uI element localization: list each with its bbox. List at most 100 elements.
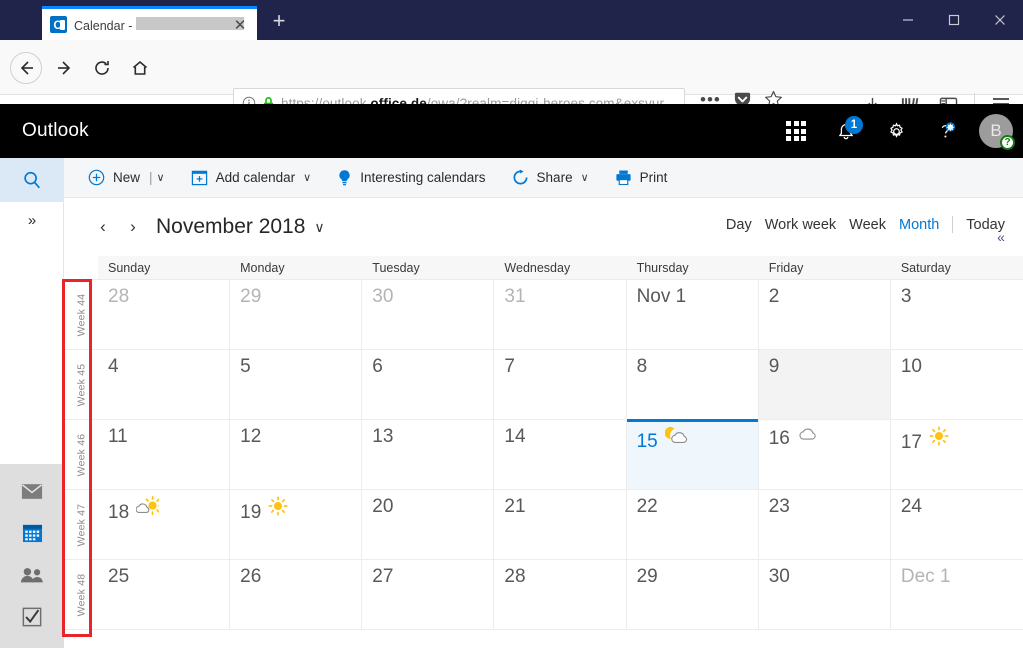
notification-count-badge: 1 (845, 116, 863, 134)
calendar-week-row: 456 78910 (98, 350, 1023, 420)
calendar-day-cell[interactable]: 7 (494, 350, 626, 419)
forward-button[interactable] (48, 52, 80, 84)
calendar-day-cell[interactable]: 31 (494, 280, 626, 349)
calendar-week-row: 18 1920 21 222324 (98, 490, 1023, 560)
calendar-day-cell[interactable]: 10 (891, 350, 1023, 419)
calendar-day-cell[interactable]: 26 (230, 560, 362, 629)
week-number-cell: Week 44 (64, 280, 98, 350)
calendar-day-cell[interactable]: 28 (494, 560, 626, 629)
calendar-day-cell[interactable]: 27 (362, 560, 494, 629)
add-calendar-label: Add calendar (216, 170, 296, 185)
collapse-panel-button[interactable]: « (987, 224, 1015, 250)
notifications-button[interactable]: 1 (823, 108, 869, 154)
add-calendar-button[interactable]: Add calendar ∨ (191, 169, 312, 186)
presence-badge: ? (1000, 135, 1015, 150)
week-number-cell: Week 45 (64, 350, 98, 420)
month-title[interactable]: November 2018 (156, 215, 305, 239)
calendar-day-cell[interactable]: 29 (627, 560, 759, 629)
tab-close-icon[interactable]: ✕ (232, 18, 248, 34)
share-button[interactable]: Share ∨ (512, 169, 589, 186)
calendar-day-cell[interactable]: 3 (891, 280, 1023, 349)
calendar-day-cell[interactable]: 28 (98, 280, 230, 349)
day-number: 18 (108, 502, 129, 524)
view-work-week[interactable]: Work week (765, 217, 836, 233)
calendar-day-cell[interactable]: 13 (362, 420, 494, 489)
week-number-cell: Week 47 (64, 490, 98, 560)
calendar-day-cell[interactable]: 2 (759, 280, 891, 349)
chevron-down-icon[interactable]: ∨ (157, 171, 165, 184)
calendar-day-cell[interactable]: 23 (759, 490, 891, 559)
expand-rail-button[interactable]: » (0, 202, 64, 238)
app-calendar-button[interactable] (0, 512, 64, 554)
calendar-day-cell[interactable]: 24 (891, 490, 1023, 559)
interesting-calendars-button[interactable]: Interesting calendars (337, 169, 485, 187)
calendar-day-cell[interactable]: 4 (98, 350, 230, 419)
day-number: 21 (504, 496, 525, 518)
view-divider (952, 216, 953, 233)
day-number: 6 (372, 356, 383, 378)
calendar-day-cell[interactable]: 11 (98, 420, 230, 489)
view-month[interactable]: Month (899, 217, 939, 233)
calendar-icon (22, 523, 43, 543)
day-number: 17 (901, 432, 922, 454)
calendar-day-cell[interactable]: 17 (891, 420, 1023, 489)
close-button[interactable] (977, 0, 1023, 40)
calendar-day-cell[interactable]: Dec 1 (891, 560, 1023, 629)
previous-month-button[interactable]: ‹ (88, 212, 118, 242)
reload-button[interactable] (86, 52, 118, 84)
day-number: 28 (108, 286, 129, 308)
view-day[interactable]: Day (726, 217, 752, 233)
chevron-down-icon[interactable]: ∨ (581, 171, 589, 184)
back-button[interactable] (10, 52, 42, 84)
calendar-day-cell[interactable]: 8 (627, 350, 759, 419)
app-tasks-button[interactable] (0, 596, 64, 638)
day-number: 12 (240, 426, 261, 448)
app-mail-button[interactable] (0, 470, 64, 512)
calendar-day-cell[interactable]: 15 (627, 420, 759, 489)
calendar-day-cell[interactable]: 5 (230, 350, 362, 419)
calendar-day-cell[interactable]: 30 (362, 280, 494, 349)
calendar-day-cell[interactable]: 30 (759, 560, 891, 629)
calendar-day-cell[interactable]: 16 (759, 420, 891, 489)
browser-window: Calendar - ✕ + (0, 0, 1023, 648)
view-week[interactable]: Week (849, 217, 886, 233)
calendar-day-cell[interactable]: Nov 1 (627, 280, 759, 349)
maximize-button[interactable] (931, 0, 977, 40)
print-button[interactable]: Print (615, 169, 668, 186)
settings-button[interactable] (873, 108, 919, 154)
question-mark-icon (935, 120, 957, 142)
chevron-down-icon[interactable]: ∨ (303, 171, 311, 184)
waffle-grid-icon (786, 121, 806, 141)
app-launcher-button[interactable] (773, 108, 819, 154)
calendar-day-cell[interactable]: 20 (362, 490, 494, 559)
calendar-day-cell[interactable]: 18 (98, 490, 230, 559)
home-button[interactable] (124, 52, 156, 84)
day-number: 29 (240, 286, 261, 308)
browser-tab[interactable]: Calendar - ✕ (42, 6, 257, 40)
day-number: 16 (769, 428, 790, 450)
calendar-day-cell[interactable]: 29 (230, 280, 362, 349)
minimize-button[interactable] (885, 0, 931, 40)
search-button[interactable] (0, 158, 64, 202)
app-people-button[interactable] (0, 554, 64, 596)
calendar-day-cell[interactable]: 6 (362, 350, 494, 419)
calendar-day-cell[interactable]: 19 (230, 490, 362, 559)
interesting-calendars-label: Interesting calendars (360, 170, 485, 185)
calendar-day-cell[interactable]: 12 (230, 420, 362, 489)
printer-icon (615, 169, 632, 186)
day-number: Dec 1 (901, 566, 951, 588)
help-button[interactable] (923, 108, 969, 154)
calendar-day-cell[interactable]: 21 (494, 490, 626, 559)
calendar-day-cell[interactable]: 14 (494, 420, 626, 489)
calendar-day-cell[interactable]: 9 (759, 350, 891, 419)
chevron-down-icon[interactable]: ∨ (314, 219, 324, 236)
next-month-button[interactable]: › (118, 212, 148, 242)
calendar-day-cell[interactable]: 22 (627, 490, 759, 559)
calendar-day-cell[interactable]: 25 (98, 560, 230, 629)
week-numbers-header-spacer (64, 256, 98, 280)
outlook-header: Outlook 1 (0, 104, 1023, 158)
new-event-button[interactable]: New | ∨ (88, 169, 165, 186)
day-number: 14 (504, 426, 525, 448)
avatar[interactable]: B ? (979, 114, 1013, 148)
new-tab-button[interactable]: + (268, 11, 290, 33)
